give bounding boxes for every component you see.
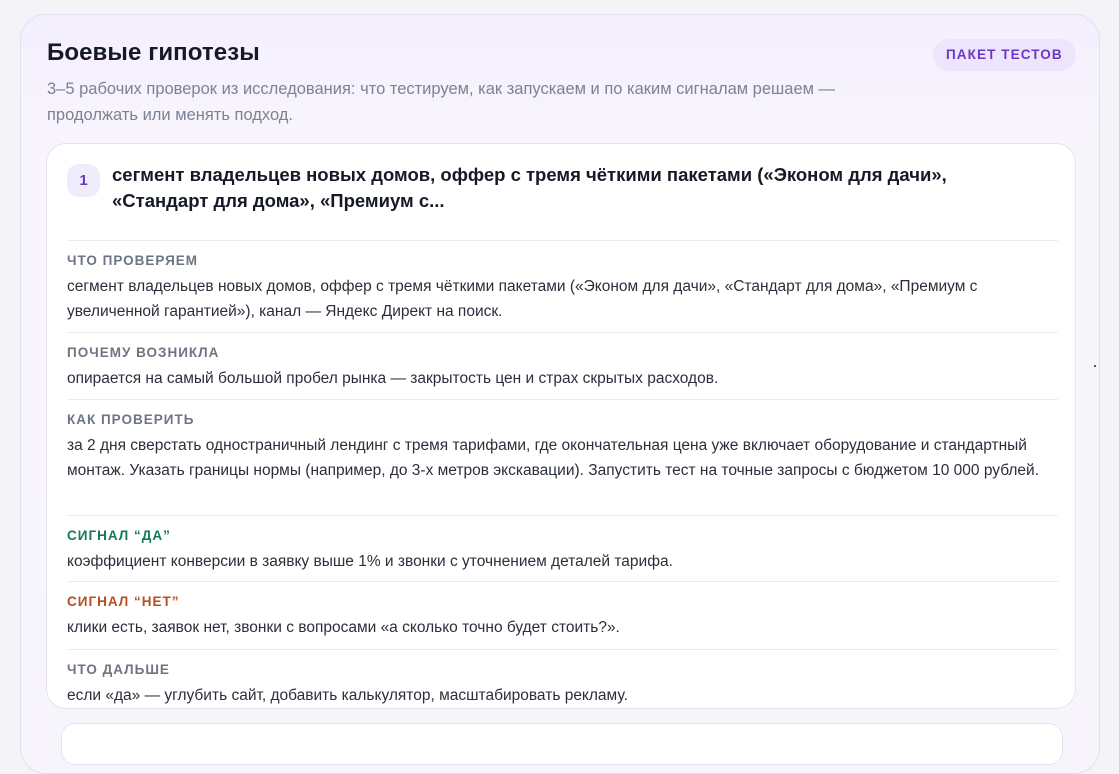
section-label: ЧТО ДАЛЬШЕ [67, 662, 170, 677]
section-signal-yes: СИГНАЛ “ДА” коэффициент конверсии в заяв… [67, 515, 1058, 575]
section-why-it-arose: ПОЧЕМУ ВОЗНИКЛА опирается на самый больш… [67, 332, 1058, 392]
next-hypothesis-card [61, 723, 1063, 765]
panel-subtitle: 3–5 рабочих проверок из исследования: чт… [47, 80, 836, 124]
section-what-we-test: ЧТО ПРОВЕРЯЕМ сегмент владельцев новых д… [67, 240, 1058, 324]
section-text: коэффициент конверсии в заявку выше 1% и… [67, 553, 673, 570]
section-signal-no: СИГНАЛ “НЕТ” клики есть, заявок нет, зво… [67, 581, 1058, 641]
hypothesis-card: 1 сегмент владельцев новых домов, оффер … [46, 143, 1076, 709]
hypothesis-number: 1 [67, 164, 100, 197]
section-label: ПОЧЕМУ ВОЗНИКЛА [67, 345, 220, 360]
section-text: опирается на самый большой пробел рынка … [67, 370, 719, 387]
signal-no-label: СИГНАЛ “НЕТ” [67, 594, 180, 609]
hypotheses-panel: Боевые гипотезы ПАКЕТ ТЕСТОВ 3–5 рабочих… [20, 14, 1100, 774]
panel-title: Боевые гипотезы [47, 39, 260, 66]
section-text: клики есть, заявок нет, звонки с вопроса… [67, 619, 620, 636]
section-text: за 2 дня сверстать одностраничный лендин… [67, 437, 1040, 479]
section-text: сегмент владельцев новых домов, оффер с … [67, 278, 978, 320]
signal-yes-label: СИГНАЛ “ДА” [67, 528, 171, 543]
section-label: ЧТО ПРОВЕРЯЕМ [67, 253, 199, 268]
hypothesis-title: сегмент владельцев новых домов, оффер с … [112, 164, 947, 211]
section-what-next: ЧТО ДАЛЬШЕ если «да» — углубить сайт, до… [67, 649, 1058, 709]
stray-dot [1094, 365, 1096, 367]
section-label: КАК ПРОВЕРИТЬ [67, 412, 195, 427]
test-pack-badge: ПАКЕТ ТЕСТОВ [933, 39, 1076, 71]
section-how-to-test: КАК ПРОВЕРИТЬ за 2 дня сверстать одностр… [67, 399, 1058, 483]
section-text: если «да» — углубить сайт, добавить каль… [67, 687, 628, 704]
